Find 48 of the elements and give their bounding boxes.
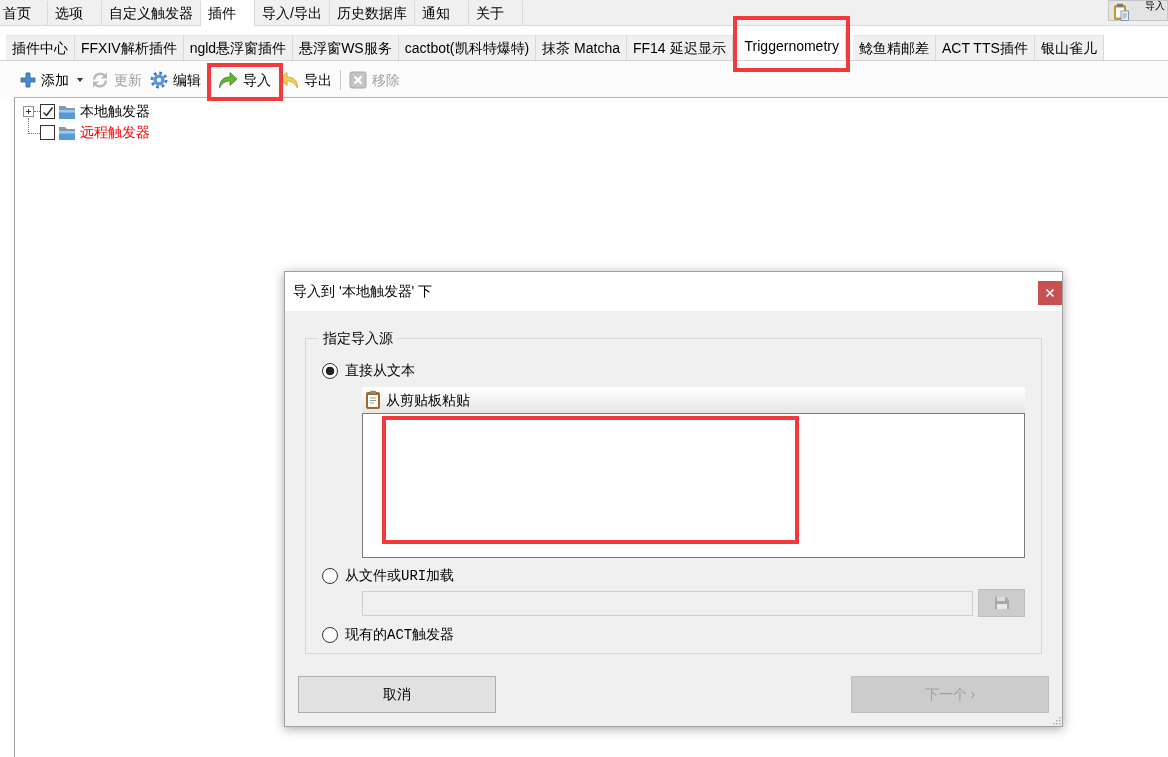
checkbox[interactable] — [40, 125, 55, 140]
tab[interactable]: 银山雀儿 — [1034, 35, 1104, 60]
clipboard-icon — [1113, 3, 1129, 21]
caret-icon — [77, 78, 83, 82]
group-title: 指定导入源 — [318, 329, 398, 347]
tab[interactable]: 首页 — [0, 1, 48, 25]
tab[interactable]: ACT TTS插件 — [935, 35, 1035, 60]
curved-arrow-icon — [218, 71, 238, 89]
tree-item-label[interactable]: 本地触发器 — [80, 102, 150, 121]
expand-toggle[interactable] — [23, 106, 34, 117]
toolbar-button[interactable]: 导入 — [214, 68, 275, 92]
close-button[interactable] — [1038, 281, 1062, 305]
import-button[interactable]: 导入 — [1108, 0, 1168, 21]
close-icon — [1045, 288, 1055, 298]
radio-label[interactable]: 从文件或URI加载 — [345, 566, 455, 586]
refresh-icon — [91, 71, 109, 89]
tab[interactable]: 插件中心 — [6, 35, 75, 60]
check-icon — [41, 105, 54, 118]
tab[interactable]: ngld悬浮窗插件 — [183, 35, 294, 60]
toolbar-button[interactable]: 编辑 — [146, 68, 205, 92]
dialog-button[interactable]: 取消 — [298, 676, 496, 713]
x-box-icon — [349, 71, 367, 89]
gear-icon — [150, 71, 168, 89]
checkbox[interactable] — [40, 104, 55, 119]
tab[interactable]: 插件 — [201, 0, 255, 26]
floppy-icon — [993, 596, 1010, 610]
toolbar-button[interactable]: 导出 — [275, 68, 336, 92]
radio-button[interactable] — [322, 568, 338, 584]
radio-label[interactable]: 现有的ACT触发器 — [345, 625, 455, 645]
tab[interactable]: FF14 延迟显示 — [627, 35, 733, 60]
tree-item-label[interactable]: 远程触发器 — [80, 123, 150, 142]
tab[interactable]: FFXIV解析插件 — [75, 35, 184, 60]
text-area[interactable] — [362, 413, 1025, 558]
folder-icon — [58, 124, 76, 141]
radio-label[interactable]: 直接从文本 — [345, 361, 415, 381]
radio-button[interactable] — [322, 627, 338, 643]
toolbar-button[interactable]: 添加 — [16, 68, 87, 92]
resize-grip-icon — [1052, 716, 1061, 725]
paste-button[interactable]: 从剪贴板粘贴 — [362, 387, 1025, 413]
radio-button[interactable] — [322, 363, 338, 379]
tab[interactable]: 悬浮窗WS服务 — [293, 35, 399, 60]
plus-icon — [20, 72, 36, 88]
tab[interactable]: 鲶鱼精邮差 — [852, 35, 936, 60]
dialog-title: 导入到 '本地触发器' 下 — [293, 282, 433, 301]
tab[interactable]: 抹茶 Matcha — [536, 35, 627, 60]
clipboard-icon — [365, 390, 381, 410]
tab[interactable]: cactbot(凯科特爆特) — [398, 35, 537, 60]
folder-icon — [58, 103, 76, 120]
